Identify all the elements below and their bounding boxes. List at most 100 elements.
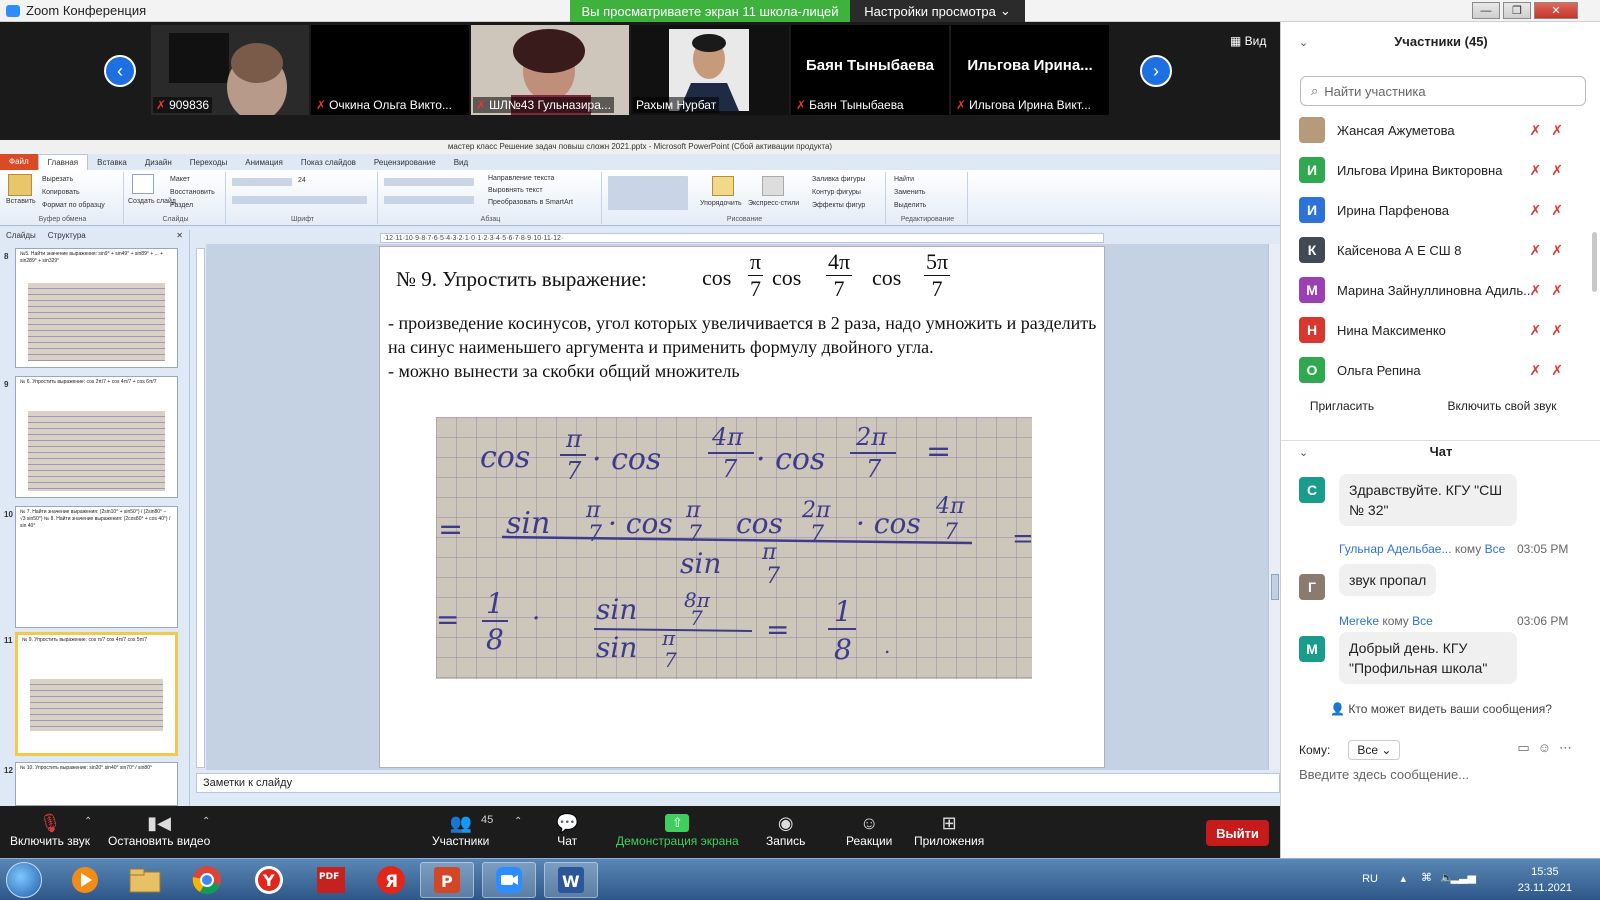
reactions-button[interactable]: ☺ Реакции — [846, 812, 892, 849]
ppt-tab[interactable]: Главная — [37, 154, 89, 170]
view-button[interactable]: ▦ Вид — [1230, 34, 1266, 48]
section-button[interactable]: Раздел — [170, 202, 193, 209]
shape-outline-button[interactable]: Контур фигуры — [812, 189, 861, 196]
copy-button[interactable]: Копировать — [42, 189, 80, 196]
smartart-button[interactable]: Преобразовать в SmartArt — [488, 199, 573, 206]
chat-tools[interactable]: ▭☺⋯ — [1517, 740, 1580, 756]
shape-effects-button[interactable]: Эффекты фигур — [812, 202, 865, 209]
reset-button[interactable]: Восстановить — [170, 189, 215, 196]
shape-fill-button[interactable]: Заливка фигуры — [812, 176, 865, 183]
quick-styles-button[interactable]: Экспресс-стили — [748, 200, 799, 207]
unmute-button[interactable]: 🎙 Включить звук — [10, 812, 90, 849]
ppt-tab[interactable]: Файл — [0, 154, 38, 170]
arrange-icon[interactable] — [712, 176, 734, 196]
replace-button[interactable]: Заменить — [894, 189, 925, 196]
ppt-tab[interactable]: Показ слайдов — [292, 158, 365, 167]
video-tile[interactable]: Ильгова Ирина... ✗ Ильгова Ирина Викт... — [951, 25, 1109, 115]
file-explorer-icon[interactable] — [118, 862, 172, 898]
slide-thumbnail[interactable]: № 10. Упростить выражение: sin20° sin40°… — [15, 762, 178, 806]
zoom-icon[interactable] — [482, 862, 536, 898]
apps-button[interactable]: ⊞ Приложения — [914, 812, 984, 849]
find-button[interactable]: Найти — [894, 176, 914, 183]
leave-meeting-button[interactable]: Выйти — [1206, 820, 1269, 846]
participant-row[interactable]: И Ильгова Ирина Викторовна ✗✗ — [1281, 150, 1600, 190]
pdf-editor-icon[interactable]: PDF — [304, 862, 358, 898]
slide-scrollbar[interactable] — [1268, 244, 1280, 770]
next-page-button[interactable]: › — [1140, 55, 1172, 87]
arrange-button[interactable]: Упорядочить — [700, 200, 742, 207]
slide-thumbnail[interactable]: №5. Найти значение выражения: sin9° + si… — [15, 248, 178, 368]
record-button[interactable]: ◉ Запись — [766, 812, 805, 849]
prev-page-button[interactable]: ‹ — [104, 55, 136, 87]
system-clock[interactable]: 15:35 23.11.2021 — [1518, 864, 1572, 896]
chevron-up-icon[interactable]: ⌃ — [84, 816, 92, 827]
layout-button[interactable]: Макет — [170, 176, 190, 183]
outline-tab[interactable]: Структура — [42, 230, 92, 242]
scrollbar-thumb[interactable] — [1271, 574, 1279, 600]
video-tile[interactable]: Баян Тыныбаева ✗ Баян Тыныбаева — [791, 25, 949, 115]
unmute-myself-button[interactable]: Включить свой звук — [1421, 394, 1583, 418]
ppt-tab[interactable]: Вставка — [88, 158, 136, 167]
who-can-see-link[interactable]: 👤 Кто может видеть ваши сообщения? — [1281, 702, 1600, 716]
paste-icon[interactable] — [8, 174, 32, 196]
invite-button[interactable]: Пригласить — [1299, 394, 1385, 418]
yandex-icon[interactable]: Я — [364, 862, 418, 898]
recipient-select[interactable]: Все ⌄ — [1348, 740, 1401, 760]
powerpoint-icon[interactable]: P — [420, 862, 474, 898]
new-slide-button[interactable]: Создать слайд — [128, 198, 176, 205]
participant-row[interactable]: И Ирина Парфенова ✗✗ — [1281, 190, 1600, 230]
video-tile[interactable]: Рахым Нурбат — [631, 25, 789, 115]
shapes-gallery[interactable] — [608, 176, 688, 210]
start-button[interactable] — [6, 862, 42, 898]
chat-button[interactable]: 💬 Чат — [556, 812, 578, 849]
slides-tab[interactable]: Слайды — [0, 230, 42, 242]
cut-button[interactable]: Вырезать — [42, 176, 73, 183]
participant-search[interactable]: ⌕ Найти участника — [1300, 76, 1586, 106]
close-window-button[interactable]: ✕ — [1534, 2, 1578, 19]
ppt-tab[interactable]: Анимация — [236, 158, 292, 167]
signal-icon[interactable]: ▂▃▅ — [1451, 871, 1476, 884]
participant-row[interactable]: К Кайсенова А Е СШ 8 ✗✗ — [1281, 230, 1600, 270]
text-direction-button[interactable]: Направление текста — [488, 175, 554, 182]
ppt-tab[interactable]: Дизайн — [136, 158, 181, 167]
ppt-tab[interactable]: Рецензирование — [365, 158, 445, 167]
chat-input[interactable]: Введите здесь сообщение... — [1299, 767, 1469, 782]
video-tile[interactable]: ✗ 909836 — [151, 25, 309, 115]
ppt-tab[interactable]: Вид — [445, 158, 477, 167]
format-painter-button[interactable]: Формат по образцу — [42, 202, 105, 209]
word-icon[interactable]: W — [544, 862, 598, 898]
participant-row[interactable]: М Марина Зайнуллиновна Адиль... ✗✗ — [1281, 270, 1600, 310]
slide-thumbnail[interactable]: № 7. Найти значение выражения: (2sin10° … — [15, 506, 178, 628]
participant-row[interactable]: О Ольга Репина ✗✗ — [1281, 350, 1600, 390]
slide-thumbnail[interactable]: № 6. Упростить выражение: cos 2π/7 + cos… — [15, 376, 178, 498]
quick-styles-icon[interactable] — [762, 176, 784, 196]
font-format-buttons[interactable] — [232, 196, 367, 204]
close-icon[interactable]: ✕ — [170, 230, 189, 242]
slide-thumbnail-selected[interactable]: № 9. Упростить выражение: cos π/7 cos 4π… — [15, 632, 178, 756]
network-icon[interactable]: ⌘ — [1421, 871, 1432, 884]
chevron-up-icon[interactable]: ⌃ — [202, 816, 210, 827]
slide-notes[interactable]: Заметки к слайду — [196, 773, 1280, 793]
video-tile[interactable]: ✗ Очкина Ольга Викто... — [311, 25, 469, 115]
align-buttons[interactable] — [384, 196, 474, 204]
participant-row[interactable]: Н Нина Максименко ✗✗ — [1281, 310, 1600, 350]
paste-button[interactable]: Вставить — [6, 198, 36, 205]
view-settings-button[interactable]: Настройки просмотра ⌄ — [850, 0, 1025, 22]
maximize-button[interactable]: ❐ — [1503, 2, 1531, 19]
chrome-icon[interactable] — [180, 862, 234, 898]
list-buttons[interactable] — [384, 178, 474, 186]
chevron-up-icon[interactable]: ⌃ — [514, 816, 522, 827]
video-tile[interactable]: ✗ ШЛ№43 Гульназира... — [471, 25, 629, 115]
ppt-tab[interactable]: Переходы — [181, 158, 237, 167]
font-size-box[interactable]: 24 — [298, 177, 306, 184]
align-text-button[interactable]: Выровнять текст — [488, 187, 543, 194]
media-player-icon[interactable] — [58, 862, 112, 898]
new-slide-icon[interactable] — [132, 174, 154, 194]
font-name-box[interactable] — [232, 178, 292, 186]
stop-video-button[interactable]: ▮◀ Остановить видео — [108, 812, 210, 849]
language-indicator[interactable]: RU — [1362, 873, 1378, 885]
slide[interactable]: № 9. Упростить выражение: cos π7 cos 4π 7… — [379, 246, 1105, 768]
share-screen-button[interactable]: ⇧ Демонстрация экрана — [616, 812, 739, 848]
search-input[interactable]: Найти участника — [1324, 84, 1425, 99]
yandex-browser-icon[interactable]: Y — [242, 862, 296, 898]
